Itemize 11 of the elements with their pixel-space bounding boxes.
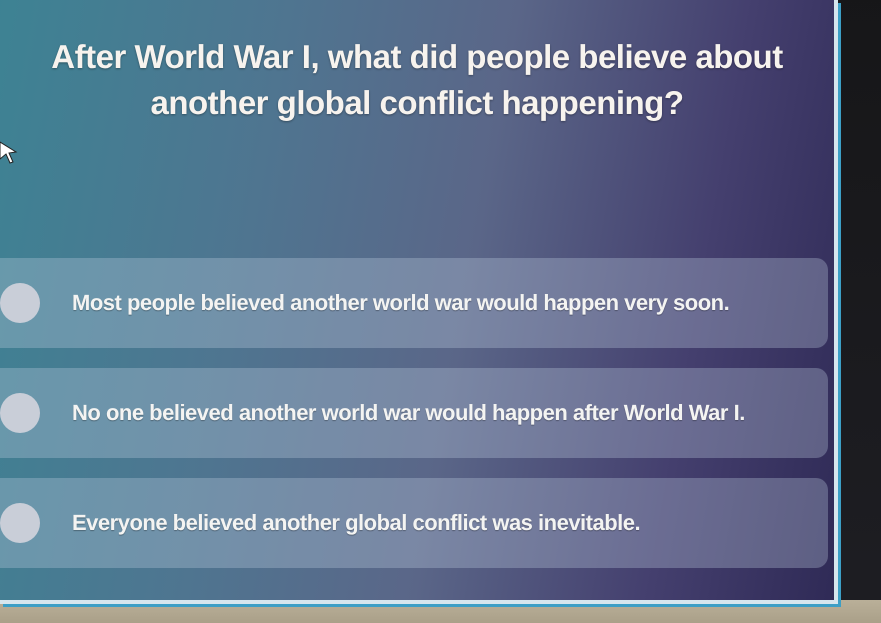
radio-button[interactable]	[0, 393, 40, 433]
option-text: No one believed another world war would happen after World War I.	[72, 400, 745, 426]
radio-button[interactable]	[0, 283, 40, 323]
option-text: Everyone believed another global conflict was inevitable.	[72, 510, 640, 536]
radio-button[interactable]	[0, 503, 40, 543]
answer-option[interactable]: Most people believed another world war would happen very soon.	[0, 258, 828, 348]
answer-option[interactable]: Everyone believed another global conflict was inevitable.	[0, 478, 828, 568]
cursor-icon	[0, 140, 18, 164]
answer-option[interactable]: No one believed another world war would happen after World War I.	[0, 368, 828, 458]
question-text: After World War I, what did people believe about another global conflict happening?	[50, 37, 784, 123]
option-text: Most people believed another world war would happen very soon.	[72, 290, 730, 316]
